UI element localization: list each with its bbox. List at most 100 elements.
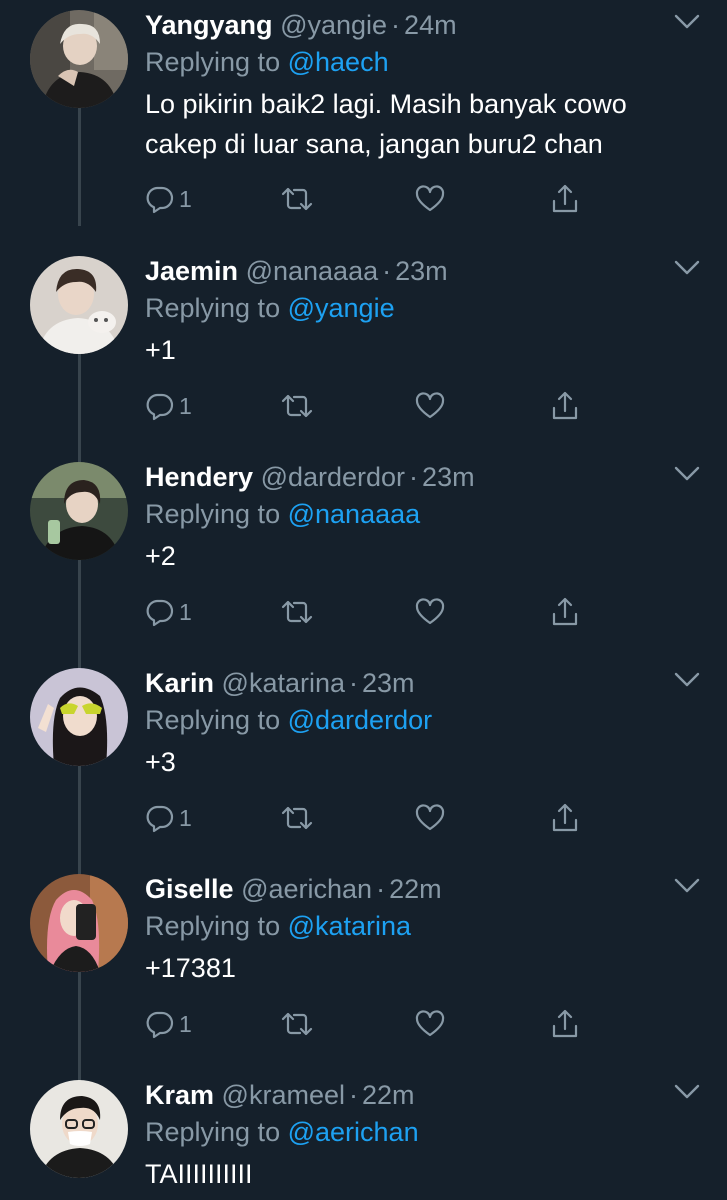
tweet-kram[interactable]: Kram @krameel · 22m Replying to @aerichan … <box>0 1070 727 1200</box>
tweet-hendery[interactable]: Hendery @darderdor · 23m Replying to @nana… <box>0 452 727 678</box>
display-name[interactable]: Kram <box>145 1080 214 1110</box>
share-icon <box>552 597 578 626</box>
tweet-text: TAIIIIIIIIII <box>145 1159 253 1189</box>
tweet-giselle[interactable]: Giselle @aerichan · 22m Replying to @katar… <box>0 864 727 1090</box>
chevron-down-icon[interactable] <box>674 14 700 30</box>
replying-to: Replying to @haech <box>145 45 389 79</box>
reply-mention-link[interactable]: @nanaaaa <box>288 499 421 529</box>
like-button[interactable] <box>415 181 445 217</box>
reply-button[interactable]: 1 <box>145 1006 192 1042</box>
share-icon <box>552 803 578 832</box>
reply-button[interactable]: 1 <box>145 594 192 630</box>
retweet-button[interactable] <box>280 181 314 217</box>
replying-to: Replying to @aerichan <box>145 1115 419 1149</box>
avatar[interactable] <box>30 1080 128 1178</box>
replying-to-label: Replying to <box>145 1117 281 1147</box>
share-button[interactable] <box>550 800 580 836</box>
timestamp[interactable]: 23m <box>362 668 415 698</box>
tweet-text: +1 <box>145 335 176 365</box>
user-handle[interactable]: @katarina <box>222 668 345 698</box>
chevron-down-icon[interactable] <box>674 260 700 276</box>
retweet-button[interactable] <box>280 800 314 836</box>
like-button[interactable] <box>415 388 445 424</box>
retweet-icon <box>281 806 313 830</box>
tweet-header: Karin @katarina · 23m <box>145 666 415 700</box>
display-name[interactable]: Jaemin <box>145 256 238 286</box>
tweet-actions: 1 <box>145 594 595 630</box>
reply-button[interactable]: 1 <box>145 388 192 424</box>
share-button[interactable] <box>550 1006 580 1042</box>
tweet-text: +3 <box>145 747 176 777</box>
reply-icon <box>146 393 174 421</box>
like-button[interactable] <box>415 800 445 836</box>
user-handle[interactable]: @nanaaaa <box>246 256 379 286</box>
reply-icon <box>146 599 174 627</box>
avatar[interactable] <box>30 668 128 766</box>
tweet-actions: 1 <box>145 800 595 836</box>
retweet-icon <box>281 600 313 624</box>
chevron-down-icon[interactable] <box>674 466 700 482</box>
separator-dot: · <box>349 1080 358 1110</box>
share-button[interactable] <box>550 388 580 424</box>
reply-icon <box>146 186 174 214</box>
tweet-header: Yangyang @yangie · 24m <box>145 8 457 42</box>
like-button[interactable] <box>415 594 445 630</box>
timestamp[interactable]: 23m <box>395 256 448 286</box>
reply-button[interactable]: 1 <box>145 800 192 836</box>
user-handle[interactable]: @yangie <box>280 10 387 40</box>
retweet-button[interactable] <box>280 594 314 630</box>
tweet-karin[interactable]: Karin @katarina · 23m Replying to @darderd… <box>0 658 727 884</box>
avatar[interactable] <box>30 10 128 108</box>
separator-dot: · <box>382 256 392 286</box>
tweet-actions: 1 <box>145 181 595 217</box>
separator-dot: · <box>349 668 359 698</box>
like-button[interactable] <box>415 1006 445 1042</box>
replying-to: Replying to @nanaaaa <box>145 497 420 531</box>
user-handle[interactable]: @krameel <box>222 1080 345 1110</box>
reply-count: 1 <box>179 392 192 419</box>
chevron-down-icon[interactable] <box>674 878 700 894</box>
chevron-down-icon[interactable] <box>674 1084 700 1100</box>
replying-to-label: Replying to <box>145 293 281 323</box>
reply-icon <box>146 805 174 833</box>
reply-mention-link[interactable]: @katarina <box>288 911 411 941</box>
timestamp[interactable]: 23m <box>422 462 475 492</box>
display-name[interactable]: Giselle <box>145 874 234 904</box>
separator-dot: · <box>391 10 401 40</box>
timestamp[interactable]: 22m <box>362 1080 415 1110</box>
like-icon <box>415 598 445 625</box>
reply-button[interactable]: 1 <box>145 181 192 217</box>
tweet-yangyang[interactable]: Yangyang @yangie · 24m Replying to @haech … <box>0 0 727 226</box>
avatar[interactable] <box>30 462 128 560</box>
separator-dot: · <box>376 874 386 904</box>
tweet-header: Kram @krameel · 22m <box>145 1078 415 1112</box>
timestamp[interactable]: 24m <box>404 10 457 40</box>
retweet-button[interactable] <box>280 1006 314 1042</box>
user-handle[interactable]: @darderdor <box>261 462 405 492</box>
reply-icon <box>146 1011 174 1039</box>
reply-count: 1 <box>179 185 192 212</box>
share-button[interactable] <box>550 181 580 217</box>
reply-mention-link[interactable]: @darderdor <box>288 705 432 735</box>
user-handle[interactable]: @aerichan <box>241 874 372 904</box>
tweet-actions: 1 <box>145 388 595 424</box>
reply-mention-link[interactable]: @haech <box>288 47 389 77</box>
reply-mention-link[interactable]: @yangie <box>288 293 395 323</box>
thread-connector <box>78 108 81 226</box>
display-name[interactable]: Karin <box>145 668 214 698</box>
retweet-button[interactable] <box>280 388 314 424</box>
avatar[interactable] <box>30 874 128 972</box>
reply-count: 1 <box>179 804 192 831</box>
retweet-icon <box>281 187 313 211</box>
replying-to-label: Replying to <box>145 499 281 529</box>
separator-dot: · <box>409 462 419 492</box>
share-button[interactable] <box>550 594 580 630</box>
avatar[interactable] <box>30 256 128 354</box>
display-name[interactable]: Hendery <box>145 462 253 492</box>
reply-mention-link[interactable]: @aerichan <box>288 1117 419 1147</box>
tweet-jaemin[interactable]: Jaemin @nanaaaa · 23m Replying to @yangie … <box>0 246 727 472</box>
display-name[interactable]: Yangyang <box>145 10 273 40</box>
like-icon <box>415 1010 445 1037</box>
timestamp[interactable]: 22m <box>389 874 442 904</box>
chevron-down-icon[interactable] <box>674 672 700 688</box>
